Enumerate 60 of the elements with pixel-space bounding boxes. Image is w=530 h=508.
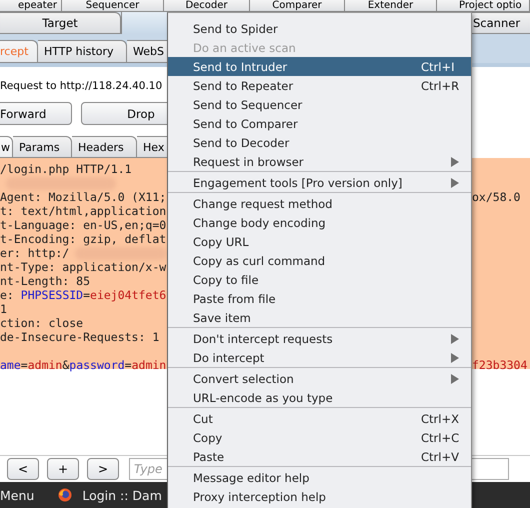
menu-item[interactable]: Copy Ctrl+C [168,428,471,447]
shortcut-label: Ctrl+R [421,78,459,92]
editor-line: f23b3304 [472,358,528,372]
tab[interactable]: Sequencer [62,0,164,12]
menu-item[interactable]: Change body encoding [168,213,471,232]
editor-line: /login.php HTTP/1.1 [0,162,132,176]
editor-line: nt-Length: 85 [0,274,90,288]
nav-button[interactable]: + [47,458,79,480]
menu-item[interactable]: URL-encode as you type [168,388,471,407]
nav-button[interactable]: > [87,458,119,480]
menu-item[interactable]: Change request method [168,194,471,213]
tab[interactable]: HTTP history [38,40,127,63]
menu-item[interactable]: Send to Intruder Ctrl+I [168,57,471,76]
tab[interactable]: Extender [345,0,437,12]
tab[interactable]: Params [13,136,72,158]
tab[interactable]: w [0,136,13,158]
tab[interactable]: Decoder [164,0,250,12]
menu-item[interactable]: Convert selection [168,369,471,388]
editor-line: ction: close [0,316,84,330]
menu-item[interactable]: Do intercept [168,348,471,367]
menu-item[interactable]: Copy URL [168,232,471,251]
tab[interactable]: Project optio [437,0,530,12]
taskbar-window[interactable]: Login :: Dam [82,488,162,502]
menu-item[interactable]: Paste from file [168,289,471,308]
shortcut-label: Ctrl+C [421,430,459,444]
menu-item[interactable]: Save item [168,308,471,327]
menu-item[interactable]: Copy as curl command [168,251,471,270]
request-label: Request to http://118.24.40.10 [0,79,162,94]
editor-line: ox/58.0 [472,190,520,204]
editor-line: t-Language: en-US,en;q=0 [0,218,166,232]
editor-line: t: text/html,application [0,204,166,218]
editor-line: nt-Type: application/x-w [0,260,166,274]
browser-icon[interactable] [58,488,72,502]
menu-item[interactable]: Paste Ctrl+V [168,447,471,466]
shortcut-label: Ctrl+X [421,412,459,426]
tab[interactable]: Scanner [470,12,530,34]
editor-line: t-Encoding: gzip, deflat [0,232,166,246]
action-button[interactable]: Forward [0,102,72,125]
editor-line: 1 [0,302,7,316]
shortcut-label: Ctrl+I [421,60,456,74]
tab[interactable]: Target [0,12,121,34]
menu-item[interactable]: Send to Repeater Ctrl+R [168,76,471,95]
menu-item[interactable]: Proxy interception help [168,487,471,506]
menu-item[interactable]: Don't intercept requests [168,329,471,348]
menu-item[interactable]: Engagement tools [Pro version only] [168,173,471,192]
menu-item[interactable]: Message editor help [168,468,471,487]
menu-item[interactable]: Copy to file [168,270,471,289]
editor-line: er: http:/ [0,246,70,260]
menu-item[interactable]: Send to Spider [168,19,471,38]
editor-line: e: PHPSESSID=eiej04tfet6 [0,288,166,302]
menu-item[interactable]: Cut Ctrl+X [168,409,471,428]
tab[interactable]: Comparer [250,0,345,12]
nav-button[interactable]: < [7,458,39,480]
tab[interactable]: epeater [0,0,62,12]
menu-button[interactable]: Menu [0,488,34,502]
editor-line: Agent: Mozilla/5.0 (X11; [0,190,166,204]
tab[interactable]: Headers [72,136,137,158]
editor-line: de-Insecure-Requests: 1 [0,330,160,344]
editor-line: ame=admin&password=admin [0,358,166,372]
shortcut-label: Ctrl+V [421,450,459,464]
